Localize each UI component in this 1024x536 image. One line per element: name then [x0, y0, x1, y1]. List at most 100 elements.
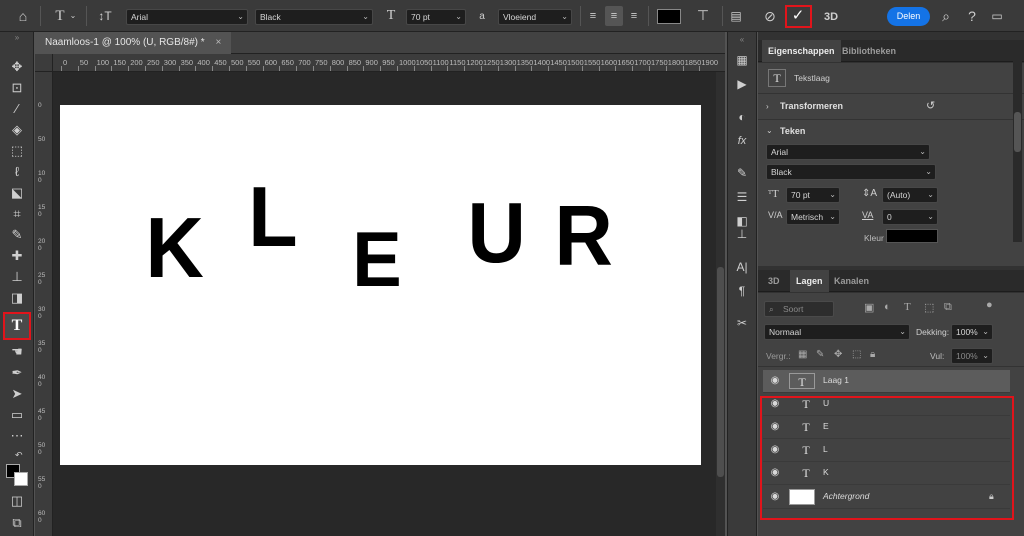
path-selection-tool-icon[interactable]: ➤ — [0, 383, 34, 404]
props-color-swatch[interactable] — [886, 229, 938, 243]
lock-all-icon[interactable]: 🔒︎ — [870, 349, 875, 360]
leading-dropdown[interactable]: (Auto) ⌄ — [882, 187, 938, 203]
brush-settings-icon[interactable]: ✎ — [733, 165, 751, 181]
stamp-tool-icon[interactable]: ⊥ — [0, 266, 34, 287]
home-icon[interactable]: ⌂ — [14, 8, 32, 24]
tracking-dropdown[interactable]: 0 ⌄ — [882, 209, 938, 225]
brush-tool-icon[interactable]: ✎ — [0, 224, 34, 245]
letter-k[interactable]: K — [146, 206, 204, 291]
text-orientation-icon[interactable]: ↕T — [96, 8, 114, 24]
scrollbar-thumb[interactable] — [1014, 112, 1021, 152]
crop-tool-icon[interactable]: ⌗ — [0, 203, 34, 224]
letter-l[interactable]: L — [248, 175, 297, 260]
lasso-tool-icon[interactable]: ℓ — [0, 161, 34, 182]
collapse-icon[interactable]: « — [728, 32, 756, 48]
collapse-icon[interactable]: » — [0, 32, 34, 44]
eraser-tool-icon[interactable]: ◨ — [0, 287, 34, 308]
font-size-dropdown[interactable]: 70 pt ⌄ — [406, 9, 466, 25]
scrollbar-thumb[interactable] — [717, 267, 724, 477]
tools-presets-icon[interactable]: ✂ — [733, 315, 751, 331]
panels-scrollbar[interactable] — [1013, 42, 1022, 242]
clone-source-icon[interactable]: ⊥ — [733, 226, 751, 242]
tab-layers[interactable]: Lagen — [790, 270, 829, 292]
lock-artboard-icon[interactable]: ⬚ — [852, 349, 861, 360]
props-font-size-dropdown[interactable]: 70 pt ⌄ — [786, 187, 840, 203]
more-tools-icon[interactable]: ⋯ — [0, 425, 34, 446]
filter-type-icon[interactable]: T — [904, 301, 911, 313]
anti-alias-dropdown[interactable]: Vloeiend ⌄ — [498, 9, 572, 25]
filter-pixel-icon[interactable]: ▣ — [864, 301, 874, 314]
ruler-origin[interactable] — [35, 54, 53, 72]
lock-position-icon[interactable]: ✥ — [834, 349, 842, 360]
character-icon[interactable]: A| — [733, 259, 751, 275]
paragraph-icon[interactable]: ¶ — [733, 283, 751, 299]
chevron-down-icon[interactable]: ⌄ — [69, 8, 77, 24]
filter-toggle-icon[interactable]: ● — [986, 299, 993, 311]
screen-mode-icon[interactable]: ⧉ — [0, 512, 34, 533]
styles-fx-icon[interactable]: fx — [733, 133, 751, 149]
quick-mask-icon[interactable]: ◫ — [0, 490, 34, 511]
actions-play-icon[interactable]: ▶ — [733, 76, 751, 92]
pen-tool-icon[interactable]: ✒ — [0, 362, 34, 383]
background-color-swatch[interactable] — [14, 472, 28, 486]
paint-bucket-tool-icon[interactable]: ◈ — [0, 119, 34, 140]
history-icon[interactable]: ▦ — [733, 52, 751, 68]
font-family-dropdown[interactable]: Arial ⌄ — [126, 9, 248, 25]
3d-icon[interactable]: 3D — [820, 9, 842, 25]
canvas[interactable]: K L E U R — [60, 105, 701, 465]
type-tool-icon[interactable]: T — [0, 315, 34, 336]
eye-icon[interactable]: ◉ — [768, 374, 782, 388]
props-font-style-dropdown[interactable]: Black ⌄ — [766, 164, 936, 180]
chevron-right-icon[interactable]: › — [766, 102, 769, 111]
sliders-icon[interactable]: ☰ — [733, 189, 751, 205]
vertical-ruler[interactable]: 0 50 100 150 200 250 300 350 400 450 500 550 600 — [35, 72, 53, 536]
close-icon[interactable]: × — [215, 37, 221, 48]
marquee-tool-icon[interactable]: ⬚ — [0, 140, 34, 161]
layer-filter-input[interactable]: ⌕ Soort — [764, 301, 834, 317]
font-style-dropdown[interactable]: Black ⌄ — [255, 9, 373, 25]
align-center-icon[interactable]: ≡ — [605, 6, 623, 26]
tab-properties[interactable]: Eigenschappen — [762, 40, 841, 62]
fill-field[interactable]: 100% ⌄ — [951, 348, 993, 364]
type-tool-preset-icon[interactable]: T — [52, 8, 68, 24]
kerning-dropdown[interactable]: Metrisch ⌄ — [786, 209, 840, 225]
filter-adjustment-icon[interactable]: ◐ — [884, 301, 891, 313]
text-color-swatch[interactable] — [657, 9, 681, 24]
warp-text-icon[interactable]: ⊤ — [694, 7, 712, 23]
align-right-icon[interactable]: ≡ — [627, 8, 641, 24]
letter-u[interactable]: U — [468, 191, 526, 276]
tab-3d[interactable]: 3D — [762, 270, 786, 292]
tab-channels[interactable]: Kanalen — [828, 270, 875, 292]
adjustments-icon[interactable]: ◐ — [733, 109, 751, 125]
filter-shape-icon[interactable]: ⬚ — [924, 301, 934, 314]
document-scrollbar[interactable] — [716, 72, 725, 536]
help-icon[interactable]: ? — [963, 8, 981, 24]
smudge-tool-icon[interactable]: ☚ — [0, 341, 34, 362]
document-tab[interactable]: Naamloos-1 @ 100% (U, RGB/8#) * × — [35, 32, 232, 54]
move-tool-icon[interactable]: ✥ — [0, 56, 34, 77]
object-selection-tool-icon[interactable]: ⬕ — [0, 182, 34, 203]
share-button[interactable]: Delen — [887, 7, 930, 26]
tab-libraries[interactable]: Bibliotheken — [836, 40, 902, 62]
align-left-icon[interactable]: ≡ — [586, 8, 600, 24]
lock-pixels-icon[interactable]: ✎ — [816, 349, 824, 360]
commit-checkmark-icon[interactable]: ✓ — [788, 8, 808, 24]
workspace-icon[interactable]: ▭ — [988, 8, 1006, 24]
letter-e[interactable]: E — [352, 220, 401, 298]
character-panel-icon[interactable]: ▤ — [728, 8, 744, 24]
reset-icon[interactable]: ↺ — [926, 99, 935, 112]
chevron-down-icon[interactable]: ⌄ — [766, 126, 773, 135]
transform-section-title[interactable]: Transformeren — [780, 101, 843, 111]
letter-r[interactable]: R — [555, 194, 613, 279]
lock-transparent-icon[interactable]: ▦ — [798, 349, 807, 360]
rectangle-tool-icon[interactable]: ▭ — [0, 404, 34, 425]
search-icon[interactable]: ⌕ — [938, 8, 954, 24]
swap-colors-icon[interactable]: ↶ — [15, 450, 23, 461]
filter-smart-object-icon[interactable]: ⧉ — [944, 301, 952, 314]
eyedropper-tool-icon[interactable]: ⁄ — [0, 98, 34, 119]
props-font-family-dropdown[interactable]: Arial ⌄ — [766, 144, 930, 160]
cancel-icon[interactable]: ⊘ — [762, 8, 778, 24]
healing-brush-tool-icon[interactable]: ✚ — [0, 245, 34, 266]
artboard-tool-icon[interactable]: ⊡ — [0, 77, 34, 98]
layer-row-laag-1[interactable]: ◉ T Laag 1 — [763, 370, 1010, 393]
